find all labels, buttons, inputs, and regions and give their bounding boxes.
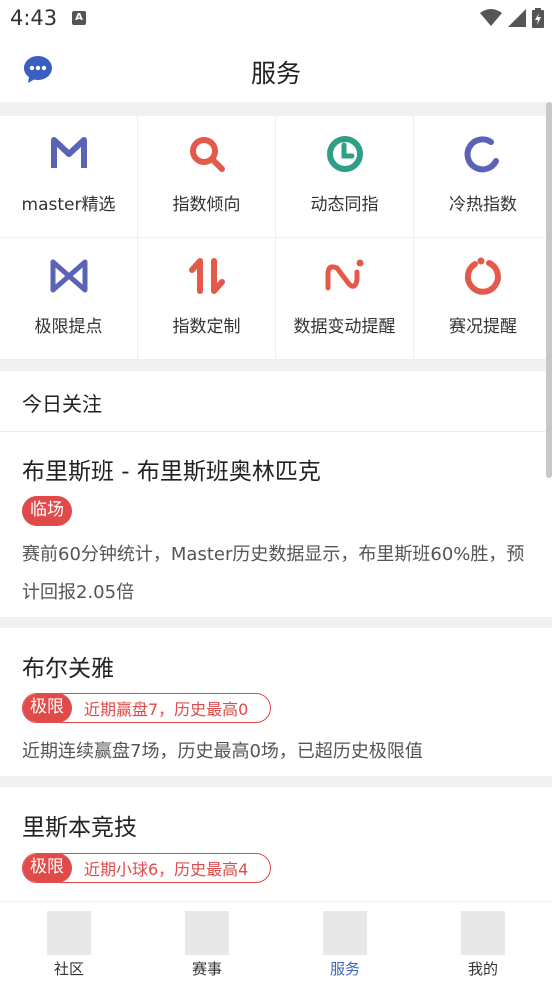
service-label: 极限提点 — [34, 317, 103, 337]
tab-services[interactable]: 服务 — [276, 902, 414, 983]
status-badge: 临场 — [22, 496, 72, 526]
divider-band — [0, 102, 552, 116]
divider-band — [0, 360, 552, 371]
tab-label: 社区 — [53, 960, 84, 978]
page-title: 服务 — [250, 59, 301, 88]
service-label: 数据变动提醒 — [293, 317, 396, 337]
status-indicators — [480, 8, 544, 28]
service-data-change-alert[interactable]: 数据变动提醒 — [276, 238, 414, 360]
status-time: 4:43 — [10, 6, 58, 30]
limit-tag: 极限 — [23, 694, 72, 722]
limit-note: 近期小球6，历史最高4 — [84, 860, 249, 879]
service-label: master精选 — [21, 195, 116, 215]
community-icon — [47, 911, 91, 955]
divider-band — [0, 617, 552, 628]
section-title: 今日关注 — [22, 392, 102, 416]
divider — [0, 431, 552, 432]
status-bar: 4:43 A — [0, 0, 552, 38]
open-ring-icon — [464, 136, 499, 173]
limit-badge: 极限 近期赢盘7，历史最高0 — [22, 693, 272, 723]
service-hot-cold-index[interactable]: 冷热指数 — [414, 116, 552, 238]
match-description: 赛前60分钟统计，Master历史数据显示，布里斯班60%胜，预计回报2.05倍 — [22, 544, 525, 603]
magnifier-icon — [189, 137, 225, 172]
service-index-trend[interactable]: 指数倾向 — [138, 116, 276, 238]
service-dynamic-index[interactable]: 动态同指 — [276, 116, 414, 238]
bottom-tab-bar: 社区 赛事 服务 我的 — [0, 901, 552, 983]
service-custom-index[interactable]: 指数定制 — [138, 238, 276, 360]
match-title[interactable]: 布尔关雅 — [22, 649, 114, 683]
matches-icon — [185, 911, 229, 955]
power-ring-icon — [464, 257, 501, 295]
services-icon — [323, 911, 367, 955]
match-description: 近期连续赢盘7场，历史最高0场，已超历史极限值 — [22, 741, 423, 762]
limit-tag: 极限 — [23, 854, 72, 882]
wifi-icon — [480, 9, 502, 26]
service-limit-tips[interactable]: 极限提点 — [0, 238, 138, 360]
service-match-alert[interactable]: 赛况提醒 — [414, 238, 552, 360]
bowtie-icon — [50, 259, 87, 293]
tab-label: 我的 — [467, 960, 498, 978]
match-title[interactable]: 布里斯班 - 布里斯班奥林匹克 — [22, 452, 321, 486]
tab-label: 赛事 — [191, 960, 222, 978]
service-label: 冷热指数 — [449, 195, 517, 215]
service-label: 指数倾向 — [172, 195, 241, 215]
battery-icon — [532, 8, 544, 28]
wave-icon — [325, 259, 363, 291]
up-down-arrows-icon — [188, 258, 225, 294]
scrollbar[interactable] — [546, 102, 552, 478]
notification-icon: A — [72, 11, 86, 25]
m-letter-icon — [50, 137, 87, 168]
service-master-picks[interactable]: master精选 — [0, 116, 138, 238]
clock-icon — [326, 136, 363, 172]
divider-band — [0, 776, 552, 787]
tab-matches[interactable]: 赛事 — [138, 902, 276, 983]
match-title[interactable]: 里斯本竞技 — [22, 808, 137, 842]
profile-icon — [461, 911, 505, 955]
service-label: 赛况提醒 — [449, 317, 517, 337]
limit-badge: 极限 近期小球6，历史最高4 — [22, 853, 272, 883]
signal-icon — [508, 9, 526, 27]
service-label: 动态同指 — [310, 195, 379, 215]
service-grid: master精选 指数倾向 动态同指 冷热指数 极限提点 指数定制 数据变动提醒… — [0, 116, 552, 360]
tab-label: 服务 — [329, 960, 360, 978]
service-label: 指数定制 — [172, 317, 241, 337]
limit-note: 近期赢盘7，历史最高0 — [84, 700, 249, 719]
tab-community[interactable]: 社区 — [0, 902, 138, 983]
app-header: 服务 — [0, 38, 552, 102]
tab-profile[interactable]: 我的 — [414, 902, 552, 983]
